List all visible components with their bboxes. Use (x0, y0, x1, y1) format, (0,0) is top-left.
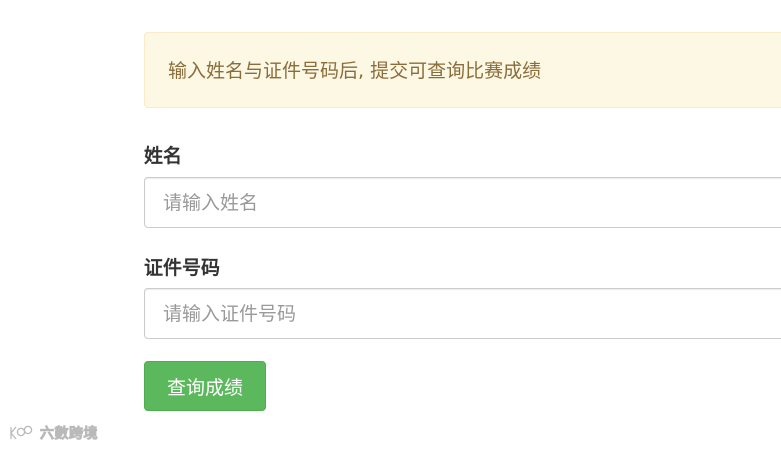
query-score-button[interactable]: 查询成绩 (144, 361, 266, 411)
id-number-input[interactable] (144, 288, 781, 339)
score-query-page: 输入姓名与证件号码后, 提交可查询比赛成绩 姓名 证件号码 查询成绩 六數跨境 (0, 0, 781, 449)
name-label: 姓名 (144, 145, 183, 167)
info-alert: 输入姓名与证件号码后, 提交可查询比赛成绩 (144, 32, 781, 108)
info-alert-text: 输入姓名与证件号码后, 提交可查询比赛成绩 (168, 60, 542, 82)
watermark-text: 六數跨境 (40, 426, 98, 443)
watermark-logo-icon (8, 424, 36, 442)
id-number-label: 证件号码 (144, 257, 221, 279)
watermark: 六數跨境 (8, 423, 98, 443)
name-input[interactable] (144, 177, 781, 228)
